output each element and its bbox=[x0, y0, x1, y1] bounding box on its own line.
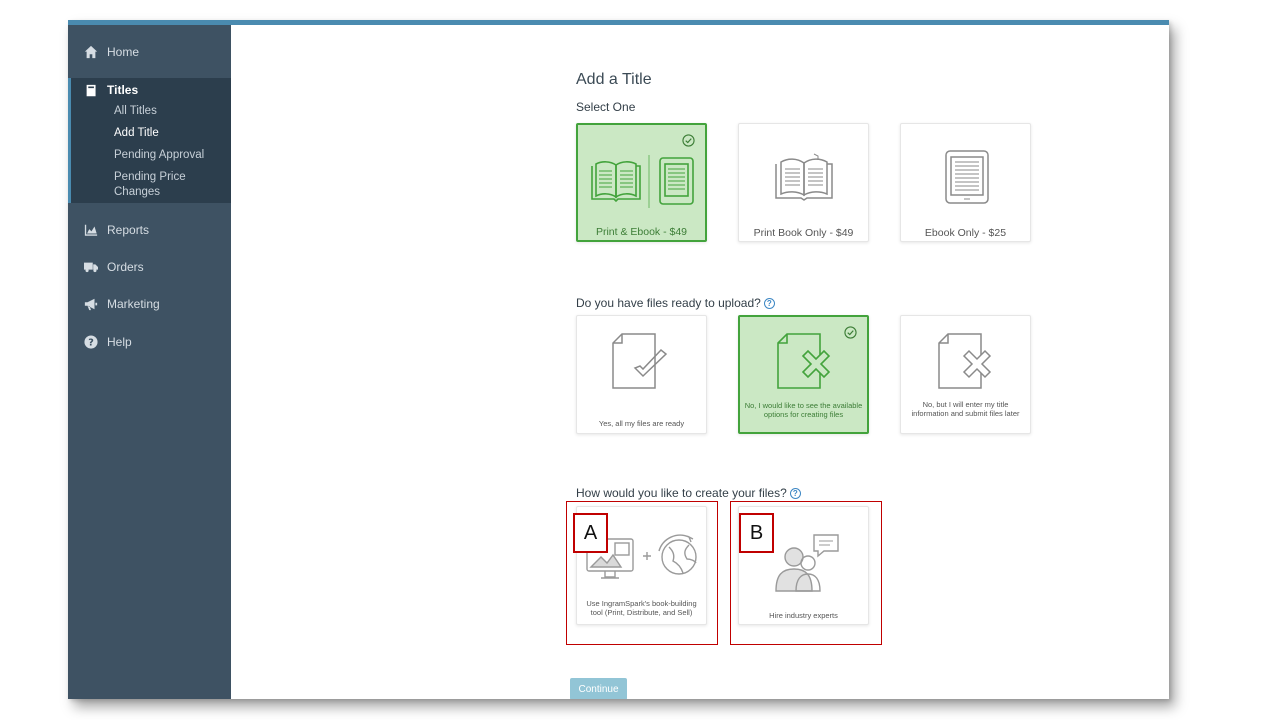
select-one-label: Select One bbox=[576, 100, 636, 114]
nav-pending-price-changes[interactable]: Pending Price Changes bbox=[114, 170, 229, 200]
create-question: How would you like to create your files?… bbox=[576, 486, 801, 500]
option-files-later[interactable]: No, but I will enter my title informatio… bbox=[900, 315, 1031, 434]
option-files-ready[interactable]: Yes, all my files are ready bbox=[576, 315, 707, 434]
help-icon[interactable]: ? bbox=[789, 488, 801, 500]
print-and-ebook-icon bbox=[591, 155, 694, 208]
nav-home-label: Home bbox=[107, 45, 140, 59]
app-window: Home Titles All Titles Add Title Pending… bbox=[68, 20, 1169, 699]
option-label: Ebook Only - $25 bbox=[924, 227, 1007, 239]
chart-icon bbox=[83, 223, 99, 237]
option-label: No, I would like to see the available op… bbox=[744, 401, 863, 419]
svg-text:?: ? bbox=[88, 338, 94, 349]
nav-marketing[interactable]: Marketing bbox=[68, 293, 231, 315]
titles-section: Titles All Titles Add Title Pending Appr… bbox=[68, 78, 231, 203]
option-label: Yes, all my files are ready bbox=[598, 419, 685, 428]
home-icon bbox=[83, 45, 99, 59]
help-icon[interactable]: ? bbox=[763, 298, 775, 310]
check-circle-icon bbox=[682, 134, 695, 147]
option-print-book-only[interactable]: Print Book Only - $49 bbox=[738, 123, 869, 242]
ereader-icon bbox=[945, 150, 989, 204]
sidebar: Home Titles All Titles Add Title Pending… bbox=[68, 25, 231, 699]
open-book-icon bbox=[775, 153, 833, 201]
option-label: Print & Ebook - $49 bbox=[595, 226, 688, 238]
nav-marketing-label: Marketing bbox=[107, 297, 160, 311]
option-print-and-ebook[interactable]: Print & Ebook - $49 bbox=[576, 123, 707, 242]
nav-help-label: Help bbox=[107, 335, 132, 349]
files-question-text: Do you have files ready to upload? bbox=[576, 296, 761, 310]
document-check-icon bbox=[612, 333, 668, 389]
annotation-marker-b: B bbox=[739, 513, 774, 553]
option-files-create[interactable]: No, I would like to see the available op… bbox=[738, 315, 869, 434]
check-circle-icon bbox=[844, 326, 857, 339]
help-circle-icon: ? bbox=[83, 335, 99, 349]
nav-pending-approval[interactable]: Pending Approval bbox=[114, 148, 229, 163]
document-x-icon bbox=[777, 333, 831, 389]
nav-reports-label: Reports bbox=[107, 223, 150, 237]
nav-reports[interactable]: Reports bbox=[68, 219, 231, 241]
continue-button[interactable]: Continue bbox=[570, 678, 627, 699]
nav-help[interactable]: ? Help bbox=[68, 331, 231, 353]
nav-home[interactable]: Home bbox=[68, 41, 231, 63]
megaphone-icon bbox=[83, 297, 99, 311]
book-icon bbox=[83, 84, 99, 97]
nav-titles[interactable]: Titles bbox=[71, 78, 231, 102]
files-question: Do you have files ready to upload?? bbox=[576, 296, 775, 310]
nav-orders[interactable]: Orders bbox=[68, 256, 231, 278]
option-label: Use IngramSpark's book-building tool (Pr… bbox=[586, 599, 697, 617]
nav-titles-label: Titles bbox=[107, 83, 139, 97]
nav-add-title[interactable]: Add Title bbox=[114, 126, 229, 141]
nav-all-titles[interactable]: All Titles bbox=[114, 104, 229, 119]
option-label: Hire industry experts bbox=[769, 611, 838, 620]
truck-icon bbox=[83, 260, 99, 274]
option-ebook-only[interactable]: Ebook Only - $25 bbox=[900, 123, 1031, 242]
page-title: Add a Title bbox=[576, 71, 652, 88]
annotation-marker-a: A bbox=[573, 513, 608, 553]
nav-orders-label: Orders bbox=[107, 260, 144, 274]
option-label: No, but I will enter my title informatio… bbox=[911, 400, 1020, 418]
option-label: Print Book Only - $49 bbox=[753, 227, 854, 239]
create-question-text: How would you like to create your files? bbox=[576, 486, 787, 500]
experts-chat-icon bbox=[775, 534, 839, 592]
document-x-icon bbox=[938, 333, 992, 389]
